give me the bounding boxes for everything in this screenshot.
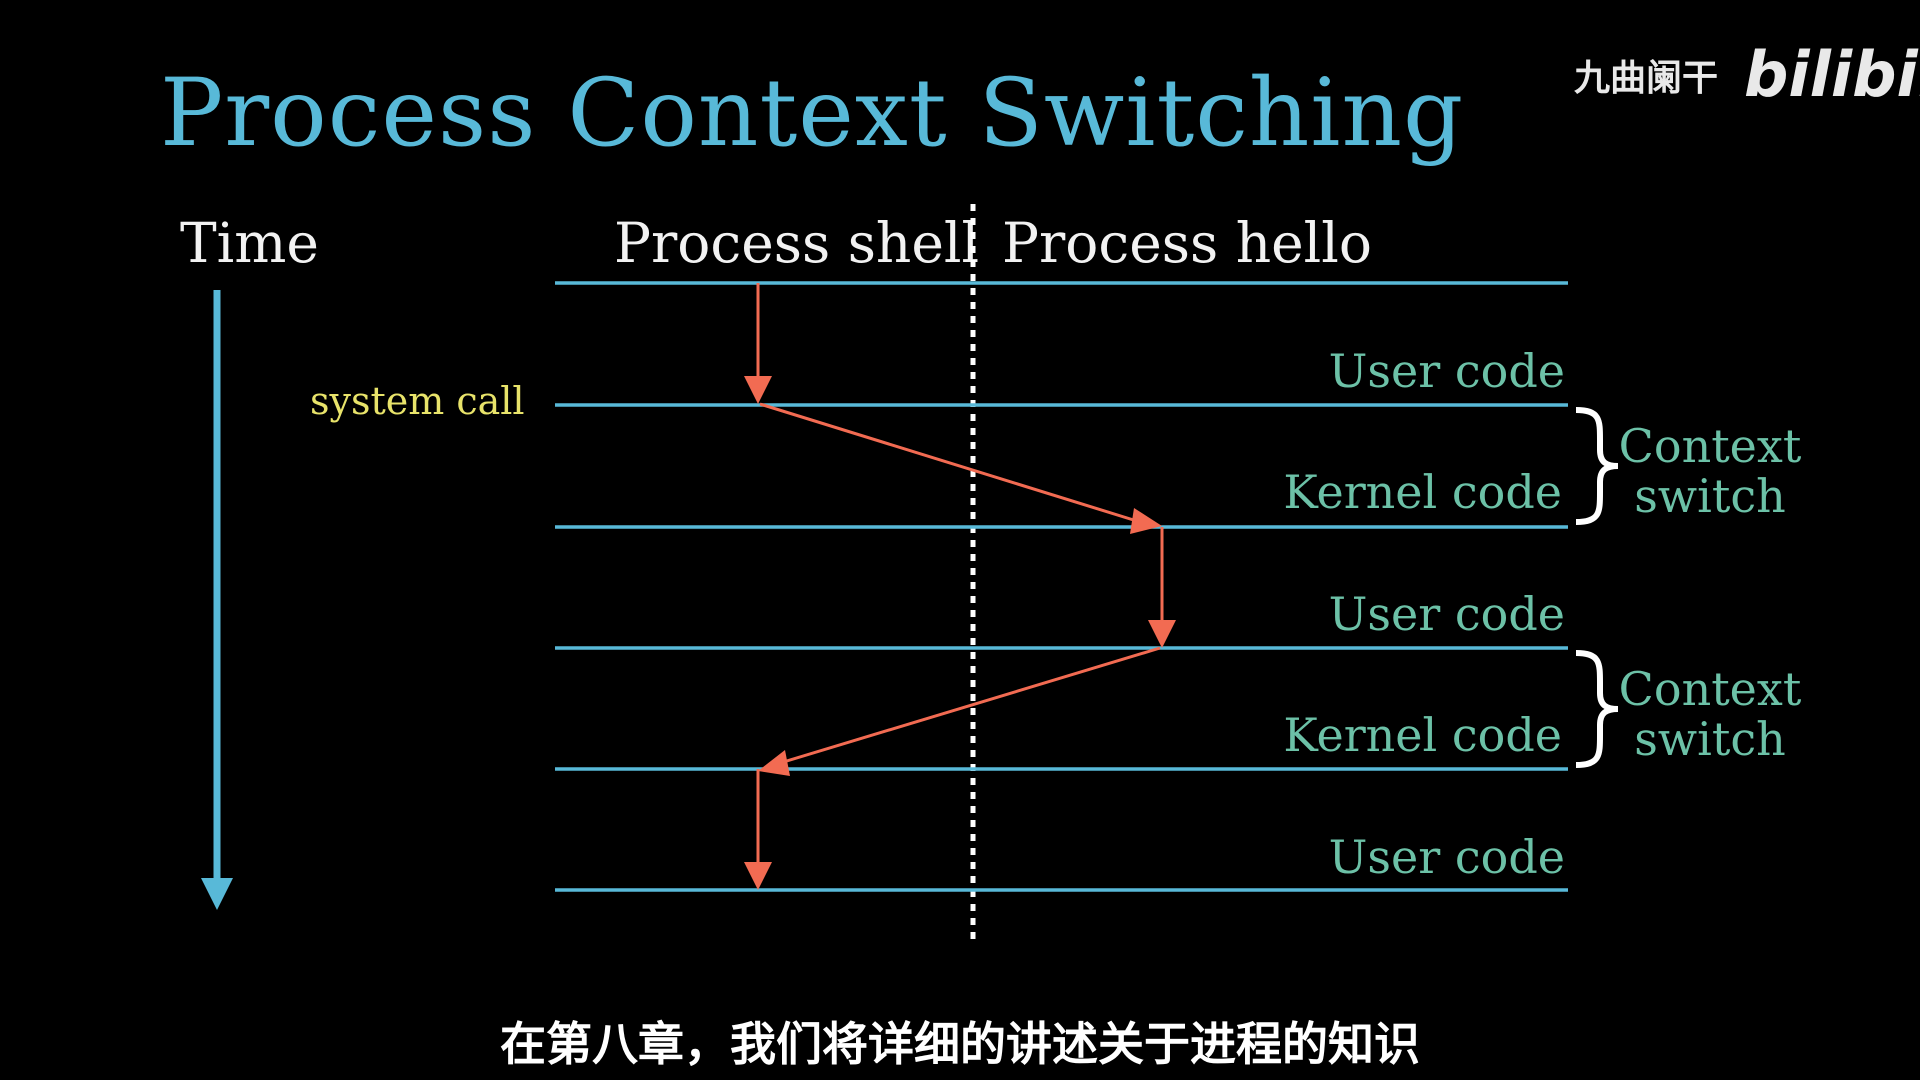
diagram-canvas: Process Context Switching 九曲阑干 bilibili … bbox=[160, 38, 1920, 945]
row-label-user-code: User code bbox=[1329, 830, 1565, 884]
flow-arrow-switch-back bbox=[758, 646, 1161, 776]
context-switch-label-line1: Context bbox=[1619, 662, 1802, 716]
video-frame: Process Context Switching 九曲阑干 bilibili … bbox=[0, 0, 1920, 1080]
context-switch-label-line2: switch bbox=[1634, 712, 1786, 766]
row-label-user-code: User code bbox=[1329, 344, 1565, 398]
time-label: Time bbox=[180, 211, 319, 275]
watermark-logo: bilibili bbox=[1744, 38, 1920, 111]
context-switch-label-line2: switch bbox=[1634, 469, 1786, 523]
watermark-channel: 九曲阑干 bbox=[1574, 58, 1718, 99]
flow-arrow-shell-user bbox=[744, 283, 772, 404]
row-label-kernel-code: Kernel code bbox=[1283, 708, 1562, 762]
slide-title: Process Context Switching bbox=[160, 59, 1464, 168]
context-switch-label-line1: Context bbox=[1619, 419, 1802, 473]
row-label-kernel-code: Kernel code bbox=[1283, 465, 1562, 519]
flow-arrow-shell-down bbox=[744, 769, 772, 890]
watermark: 九曲阑干 bilibili bbox=[1574, 38, 1920, 111]
row-label-user-code: User code bbox=[1329, 587, 1565, 641]
column-process-shell: Process shell bbox=[614, 211, 979, 275]
video-subtitle: 在第八章，我们将详细的讲述关于进程的知识 bbox=[500, 1017, 1420, 1071]
context-switch-brace: Context switch bbox=[1575, 407, 1802, 525]
flow-arrow-syscall-to-kernel bbox=[759, 402, 1162, 534]
execution-flow bbox=[744, 283, 1176, 890]
column-process-hello: Process hello bbox=[1002, 211, 1372, 275]
system-call-label: system call bbox=[310, 379, 525, 423]
time-arrow bbox=[201, 290, 233, 910]
context-switch-brace: Context switch bbox=[1575, 650, 1802, 768]
flow-arrow-hello-down bbox=[1148, 527, 1176, 648]
